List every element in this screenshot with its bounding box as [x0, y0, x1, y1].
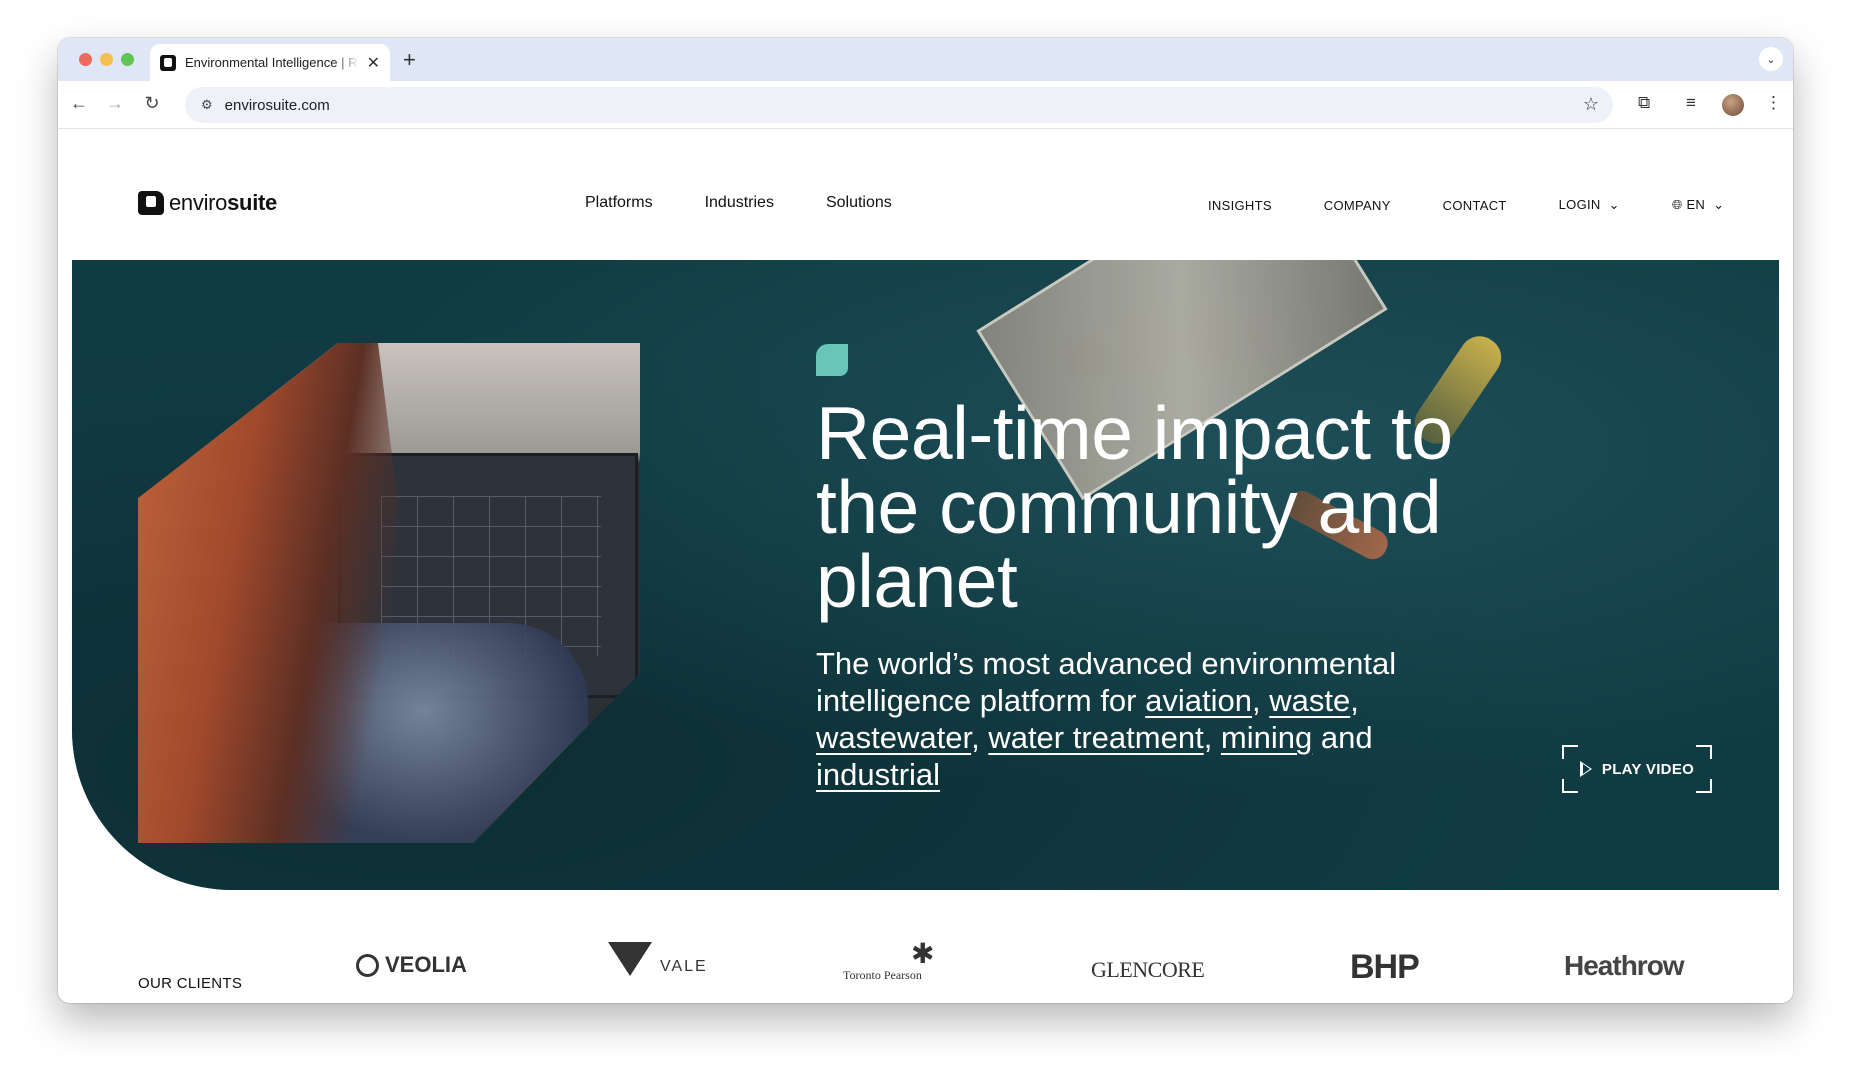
nav-solutions[interactable]: Solutions: [826, 194, 892, 212]
link-industrial[interactable]: industrial: [816, 757, 940, 792]
extensions-icon[interactable]: ⧉: [1638, 93, 1650, 113]
kebab-menu-icon[interactable]: ⋮: [1765, 93, 1782, 113]
minimize-window-button[interactable]: [100, 53, 113, 66]
browser-toolbar: ← → ↻ ⚙ envirosuite.com ☆ ⧉ ≡ ⋮: [58, 81, 1793, 129]
close-window-button[interactable]: [79, 53, 92, 66]
veolia-logo: VEOLIA: [356, 952, 467, 978]
browser-tab[interactable]: Environmental Intelligence | R ✕: [150, 44, 390, 81]
main-nav: Platforms Industries Solutions: [585, 194, 892, 212]
close-icon[interactable]: ✕: [367, 53, 380, 73]
secondary-nav: INSIGHTS COMPANY CONTACT LOGIN ⌄ 🌐︎ EN ⌄: [1208, 197, 1724, 213]
language-selector[interactable]: 🌐︎ EN ⌄: [1672, 197, 1725, 213]
play-video-button[interactable]: PLAY VIDEO: [1562, 745, 1712, 793]
heathrow-logo: Heathrow: [1564, 950, 1685, 981]
link-water-treatment[interactable]: water treatment: [988, 720, 1203, 755]
clients-label: OUR CLIENTS: [138, 975, 243, 992]
hero-subhead: The world’s most advanced environmental …: [816, 646, 1397, 792]
envirosuite-logo-icon: [138, 191, 164, 215]
forward-icon[interactable]: →: [103, 93, 127, 114]
bhp-logo: BHP: [1350, 948, 1420, 986]
link-wastewater[interactable]: wastewater: [816, 720, 971, 755]
veolia-logo-icon: [356, 953, 379, 977]
bookmark-star-icon[interactable]: ☆: [1583, 94, 1599, 115]
nav-contact[interactable]: CONTACT: [1443, 198, 1507, 213]
maximize-window-button[interactable]: [121, 53, 134, 66]
hero-headline: Real-time impact to the community and pl…: [816, 391, 1453, 623]
globe-icon: 🌐︎: [1671, 197, 1683, 212]
chevron-down-icon: ⌄: [1713, 197, 1725, 212]
link-waste[interactable]: waste: [1269, 683, 1350, 718]
logo-text: envirosuite: [169, 190, 277, 215]
glencore-logo: GLENCORE: [1091, 957, 1205, 982]
profile-avatar[interactable]: [1722, 94, 1744, 116]
envirosuite-favicon-icon: [160, 54, 176, 71]
palm-logo-icon: ✱: [911, 939, 935, 970]
tab-title: Environmental Intelligence | R: [185, 55, 358, 70]
envirosuite-logo[interactable]: envirosuite: [138, 190, 277, 216]
chevron-down-icon[interactable]: ⌄: [1759, 47, 1783, 71]
nav-insights[interactable]: INSIGHTS: [1208, 198, 1272, 213]
link-mining[interactable]: mining: [1221, 720, 1312, 755]
login-dropdown[interactable]: LOGIN ⌄: [1559, 197, 1620, 213]
language-label: EN: [1686, 197, 1706, 212]
url-text[interactable]: envirosuite.com: [225, 97, 330, 114]
address-bar[interactable]: ⚙ envirosuite.com ☆: [185, 87, 1613, 123]
site-settings-icon[interactable]: ⚙: [201, 97, 213, 113]
reload-icon[interactable]: ↻: [140, 93, 164, 114]
accent-shape: [816, 344, 848, 376]
back-icon[interactable]: ←: [67, 93, 91, 114]
vale-logo: VALE: [608, 942, 708, 976]
media-controls-icon[interactable]: ≡: [1686, 93, 1696, 113]
vale-logo-icon: [608, 942, 652, 976]
link-aviation[interactable]: aviation: [1145, 683, 1252, 718]
play-icon: [1579, 761, 1592, 777]
login-label: LOGIN: [1558, 197, 1601, 212]
web-page: envirosuite Platforms Industries Solutio…: [58, 130, 1793, 1003]
tab-strip: Environmental Intelligence | R ✕ + ⌄: [58, 38, 1793, 81]
new-tab-button[interactable]: +: [403, 47, 416, 73]
nav-platforms[interactable]: Platforms: [585, 194, 653, 212]
nav-company[interactable]: COMPANY: [1324, 198, 1391, 213]
toronto-pearson-logo: ✱ Toronto Pearson: [843, 939, 935, 983]
chevron-down-icon: ⌄: [1608, 197, 1620, 212]
hero-section: Real-time impact to the community and pl…: [72, 260, 1779, 890]
play-video-label: PLAY VIDEO: [1601, 760, 1695, 778]
browser-window: Environmental Intelligence | R ✕ + ⌄ ← →…: [58, 38, 1793, 1003]
nav-industries[interactable]: Industries: [705, 194, 774, 212]
